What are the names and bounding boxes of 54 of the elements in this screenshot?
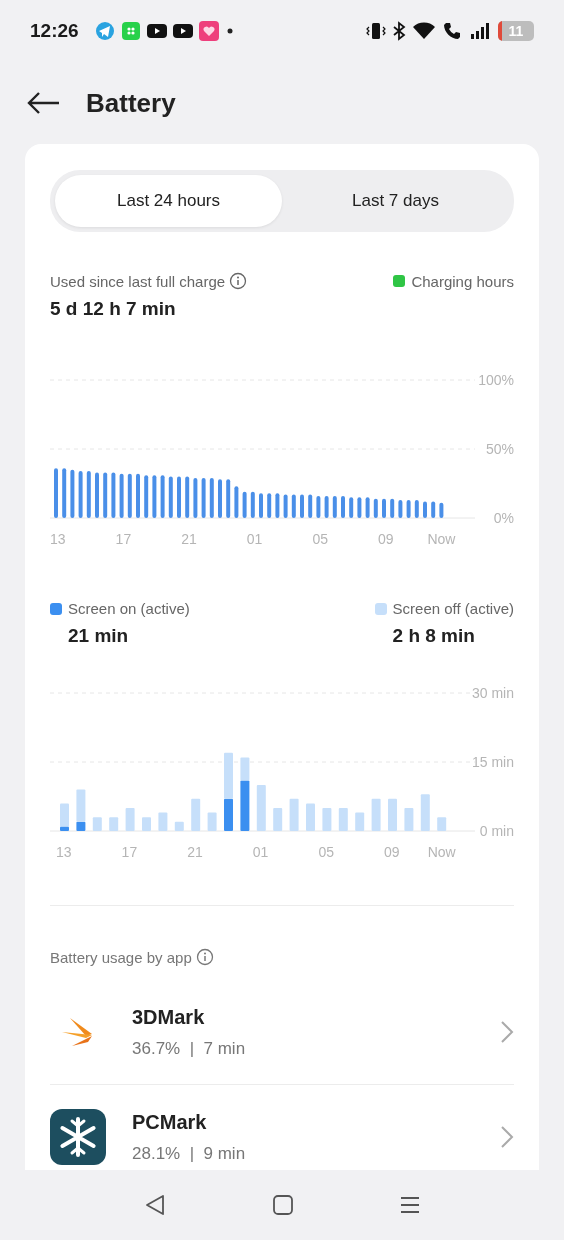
axis-label: 30 min [471, 685, 514, 701]
axis-label: 13 [50, 531, 66, 547]
chevron-icon [500, 1125, 514, 1149]
legend-label: Screen on (active) [68, 600, 190, 617]
axis-label: 0 min [479, 823, 514, 839]
axis-label: 05 [312, 531, 328, 547]
axis-label: 0% [493, 510, 514, 526]
info-icon[interactable] [195, 948, 214, 966]
bluetooth-icon [392, 21, 406, 41]
axis-label: 01 [246, 531, 263, 547]
home-icon[interactable] [272, 1194, 294, 1216]
axis-label: 09 [384, 844, 400, 860]
axis-label: Now [427, 531, 456, 547]
axis-label: 100% [478, 372, 514, 388]
usage-value: 5 d 12 h 7 min [50, 298, 177, 320]
app-name: 3DMark [132, 1005, 206, 1029]
app-row[interactable]: 3DMark 36.7% | 7 min [50, 980, 514, 1084]
back-arrow-icon[interactable] [26, 91, 60, 115]
menu-icon[interactable] [399, 1194, 422, 1216]
screen-time-value: 21 min [67, 625, 130, 647]
play-icon [146, 23, 167, 39]
app-name: PCMark [132, 1110, 208, 1134]
app-usage: 28.1% | 9 min [132, 1143, 247, 1164]
axis-label: 17 [121, 844, 138, 860]
legend-label: Screen off (active) [392, 600, 514, 617]
usage-label: Used since last full charge [50, 272, 226, 290]
info-icon[interactable] [229, 272, 248, 290]
axis-label: Now [427, 844, 456, 860]
axis-label: 09 [378, 531, 394, 547]
app-usage: 36.7% | 7 min [132, 1038, 247, 1059]
axis-label: 13 [56, 844, 72, 860]
axis-label: 17 [115, 531, 132, 547]
chevron-icon [500, 1020, 514, 1044]
page-title: Battery [86, 87, 176, 119]
section-title: Battery usage by app [50, 948, 192, 966]
axis-label: 21 [181, 531, 197, 547]
screen-time-value: 2 h 8 min [391, 625, 476, 647]
tab[interactable]: Last 24 hours [55, 175, 282, 227]
vibrate-icon [366, 21, 386, 41]
paper-plane-icon [94, 21, 115, 41]
wifi-icon [412, 21, 436, 41]
axis-label: 15 min [471, 754, 514, 770]
status-time: 12:26 [30, 20, 79, 42]
axis-label: 50% [485, 441, 514, 457]
play-icon [172, 23, 193, 39]
signal-icon [470, 21, 492, 41]
axis-label: 05 [318, 844, 334, 860]
axis-label: 21 [187, 844, 203, 860]
legend-label: Charging hours [411, 272, 514, 290]
axis-label: 01 [252, 844, 269, 860]
battery-indicator: 11 [498, 21, 534, 41]
app-grid-icon [120, 21, 141, 41]
tab[interactable]: Last 7 days [282, 175, 509, 227]
snowflake-icon [50, 1109, 106, 1165]
